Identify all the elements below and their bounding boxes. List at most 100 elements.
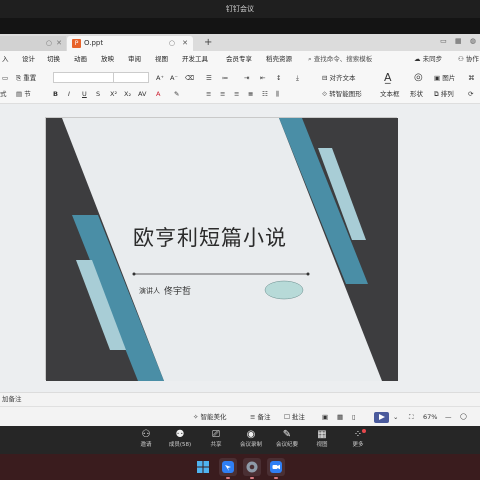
font-color-icon[interactable]: A [156,88,160,100]
screen: 钉钉会议 ○ ✕ P O.ppt ○ ✕ + ▭ ▦ ◍ 入 设计 切换 动画 … [0,0,480,480]
picture-icon: ▣ [434,74,443,82]
pin-icon[interactable]: ○ [169,36,175,51]
shape-icon[interactable]: ◎ [414,72,423,84]
columns-icon[interactable]: ⫼ [276,88,279,100]
slide-title[interactable]: 欧亨利短篇小说 [133,222,287,252]
align-right-icon[interactable]: ≡ [234,88,239,100]
font-size-select[interactable] [113,72,149,83]
menu-insert[interactable]: 入 [2,51,9,68]
justify-icon[interactable]: ≣ [248,88,253,100]
tab-previous-document[interactable]: ○ ✕ [0,36,66,51]
dingtalk-taskbar-app[interactable] [219,458,237,479]
start-button[interactable] [194,458,212,476]
reading-view-icon[interactable]: ▯ [352,407,356,426]
presenter-name[interactable]: 佟宇哲 [164,284,191,297]
char-spacing-icon[interactable]: AV [138,88,146,100]
share-label: 共享 [210,442,222,448]
share-button[interactable]: ⎚ 共享 [196,428,236,450]
settings-taskbar-app[interactable] [243,458,261,479]
speaker-notes-input[interactable]: 加备注 [0,392,480,406]
notes-toggle-button[interactable]: ≡ 备注 [250,407,271,426]
section-button[interactable]: ▤ 节 [16,88,31,100]
clear-format-icon[interactable]: ⌫ [185,72,194,84]
menu-view[interactable]: 视图 [155,51,168,68]
layout-icon[interactable]: ▭ [2,72,8,84]
bold-icon[interactable]: B [53,88,58,100]
zoom-out-icon[interactable]: — [445,407,452,426]
convert-smart-graphic-button[interactable]: ⟐ 转智能图形 [322,88,362,100]
more-tools-icon[interactable]: ⌘ [468,72,475,84]
distribute-icon[interactable]: ☷ [262,88,268,100]
italic-icon[interactable]: I [68,88,70,100]
current-slide[interactable]: 欧亨利短篇小说 演讲人 佟宇哲 [45,117,398,381]
comments-label: 批注 [291,413,305,421]
bullet-list-icon[interactable]: ☰ [206,72,212,84]
window-layout-icon[interactable]: ▭ [440,37,447,45]
picture-button[interactable]: ▣ 图片 [434,72,455,84]
indent-icon[interactable]: ⇥ [244,72,249,84]
record-button[interactable]: ◉ 会议录制 [231,428,271,450]
menu-transition[interactable]: 切换 [47,51,60,68]
pin-icon[interactable]: ○ [46,36,52,51]
outdent-icon[interactable]: ⇤ [260,72,265,84]
shape-button[interactable]: 形状 [410,88,423,100]
running-indicator [226,477,230,479]
command-search[interactable]: ⌕ 查找命令、搜索模板 [308,51,372,68]
decrease-font-icon[interactable]: A⁻ [170,72,178,84]
close-icon[interactable]: ✕ [182,36,188,51]
fit-window-icon[interactable]: ⛶ [409,407,414,426]
close-icon[interactable]: ✕ [56,36,62,51]
text-direction-icon[interactable]: ⤓ [296,72,299,84]
underline-icon[interactable]: U [82,88,87,100]
slide-sorter-icon[interactable]: ▦ [337,407,343,426]
menu-animation[interactable]: 动画 [74,51,87,68]
play-slideshow-button[interactable] [374,412,389,423]
menu-review[interactable]: 审阅 [128,51,141,68]
zoom-slider[interactable]: ◯ [460,407,467,426]
align-text-button[interactable]: ⊟ 对齐文本 [322,72,356,84]
increase-font-icon[interactable]: A⁺ [156,72,164,84]
menu-slideshow[interactable]: 放映 [101,51,114,68]
subscript-icon[interactable]: X₂ [124,88,131,100]
reset-button[interactable]: ⎘ 重置 [16,72,36,84]
view-button[interactable]: ▦ 视图 [302,428,342,450]
menu-developer[interactable]: 开发工具 [182,51,208,68]
align-center-icon[interactable]: ≡ [220,88,225,100]
numbered-list-icon[interactable]: ≔ [222,72,229,84]
line-spacing-icon[interactable]: ↕ [276,72,281,84]
align-left-icon[interactable]: ≡ [206,88,211,100]
underline-start-dot [132,272,136,276]
ribbon-toolbar: ▭ ⎘ 重置 式 ▤ 节 A⁺ A⁻ ⌫ B I U S X² X₂ AV A … [0,68,480,104]
meeting-taskbar-app[interactable] [267,458,285,479]
strikethrough-icon[interactable]: X² [110,88,117,100]
minutes-button[interactable]: ✎ 会议纪要 [267,428,307,450]
menu-docer[interactable]: 稻壳资源 [266,51,292,68]
members-label: 成员(58) [168,442,192,448]
style-button[interactable]: 式 [0,88,7,100]
sync-status[interactable]: ☁ 未同步 [414,51,442,68]
highlight-icon[interactable]: ✎ [174,88,179,100]
arrange-button[interactable]: ⧉ 排列 [434,88,454,100]
collab-button[interactable]: ⚇ 协作 [458,51,479,68]
menu-member[interactable]: 会员专享 [226,51,252,68]
members-button[interactable]: ⚉ 成员(58) [160,428,200,450]
text-box-icon[interactable]: A̲ [384,72,392,84]
zoom-level[interactable]: 67% [423,407,437,426]
ribbon-menu-bar: 入 设计 切换 动画 放映 审阅 视图 开发工具 会员专享 稻壳资源 ⌕ 查找命… [0,51,480,68]
shadow-text-icon[interactable]: S [96,88,100,100]
comments-toggle-button[interactable]: ☐ 批注 [284,407,305,426]
menu-design[interactable]: 设计 [22,51,35,68]
grid-icon[interactable]: ▦ [455,37,462,45]
normal-view-icon[interactable]: ▣ [322,407,328,426]
chevron-down-icon[interactable]: ⌄ [393,407,398,426]
text-box-button[interactable]: 文本框 [380,88,400,100]
comment-icon: ☐ [284,413,292,421]
more-tools-icon-2[interactable]: ⟳ [468,88,473,100]
tab-current-document[interactable]: P O.ppt ○ ✕ [67,36,193,51]
more-button[interactable]: ⁘ 更多 [338,428,378,450]
new-tab-button[interactable]: + [204,36,212,50]
section-label: 节 [24,90,31,98]
user-icon[interactable]: ◍ [470,37,476,45]
smart-beautify-button[interactable]: ✧ 智能美化 [193,407,227,426]
picture-label: 图片 [442,74,456,82]
